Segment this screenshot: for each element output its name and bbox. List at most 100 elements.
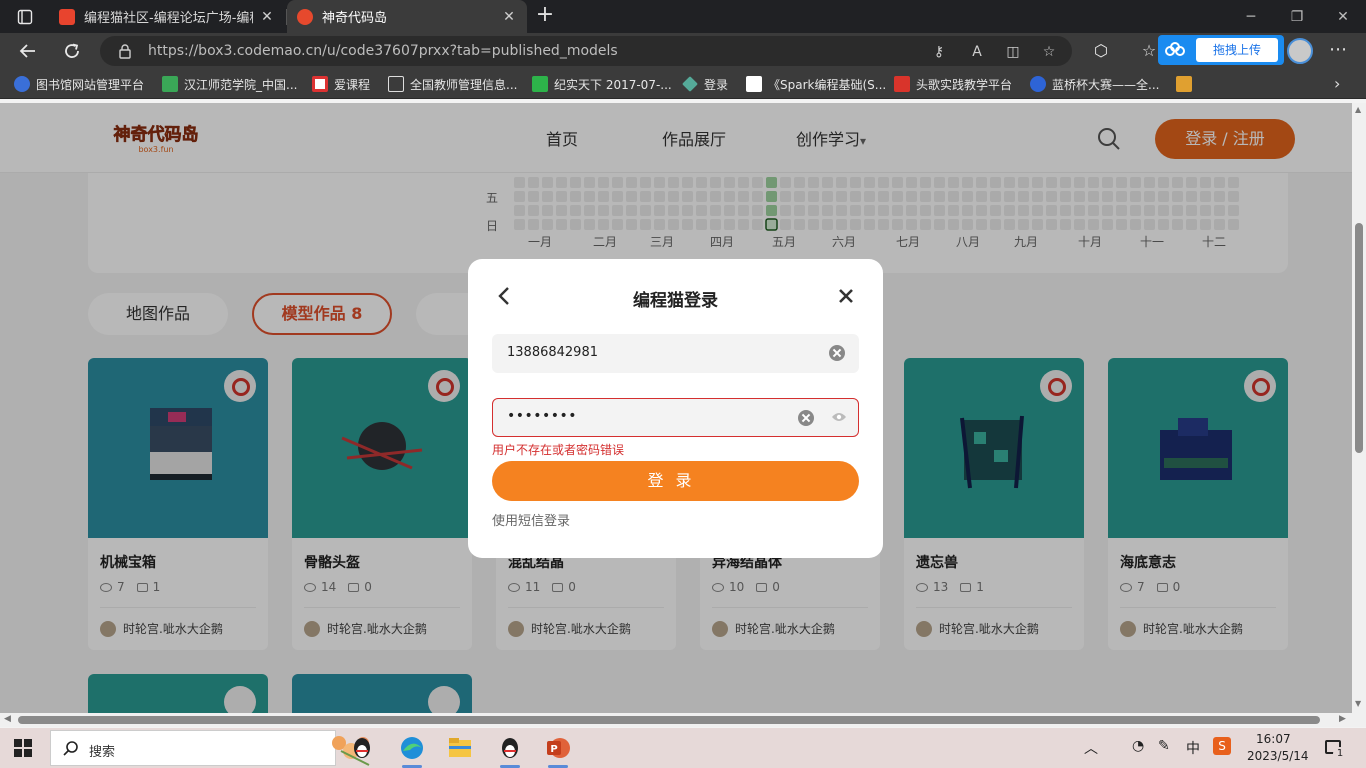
bookmark-item[interactable]: 爱课程 <box>312 75 370 93</box>
drag-upload-label[interactable]: 拖拽上传 <box>1196 38 1278 62</box>
bookmark-item[interactable]: 图书馆网站管理平台 <box>14 75 144 93</box>
svg-text:P: P <box>550 744 557 755</box>
bookmark-label: 头歌实践教学平台 <box>916 77 1013 92</box>
clear-input-icon[interactable] <box>829 345 845 361</box>
bookmark-item[interactable]: 蓝桥杯大赛——全... <box>1030 75 1159 93</box>
address-toolbar: https://box3.codemao.cn/u/code37607prxx?… <box>0 33 1366 69</box>
show-hidden-icons-icon[interactable]: ︿ <box>1084 738 1098 758</box>
window-close-icon[interactable]: ✕ <box>1320 0 1366 33</box>
windows-start-icon[interactable] <box>14 739 32 757</box>
scroll-down-icon[interactable]: ▼ <box>1355 699 1361 708</box>
close-icon[interactable] <box>836 286 856 306</box>
bookmark-label: 图书馆网站管理平台 <box>36 77 145 92</box>
page-icon <box>388 76 404 92</box>
bookmark-item[interactable]: 纪实天下 2017-07-... <box>532 75 672 93</box>
input-method-indicator[interactable]: 中 <box>1186 738 1200 758</box>
powerpoint-icon[interactable]: P <box>544 734 572 762</box>
globe-icon <box>14 76 30 92</box>
minimize-icon[interactable]: ─ <box>1228 0 1274 33</box>
bookmark-item[interactable]: 头歌实践教学平台 <box>894 75 1012 93</box>
restore-icon[interactable]: ❐ <box>1274 0 1320 33</box>
book-icon <box>1176 76 1192 92</box>
clock-date[interactable]: 2023/5/14 <box>1247 749 1309 763</box>
dialog-title: 编程猫登录 <box>633 291 718 311</box>
tab-title: 神奇代码岛 <box>322 11 388 26</box>
edge-browser-icon[interactable] <box>398 734 426 762</box>
bookmark-item[interactable]: 《Spark编程基础(S... <box>746 75 886 93</box>
sogou-ime-icon[interactable]: S <box>1213 737 1231 755</box>
url-text[interactable]: https://box3.codemao.cn/u/code37607prxx?… <box>148 43 618 59</box>
phone-input[interactable]: 13886842981 <box>492 334 859 373</box>
scroll-left-icon[interactable]: ◀ <box>4 714 11 724</box>
bookmark-label: 登录 <box>704 77 729 92</box>
close-icon[interactable]: ✕ <box>501 9 517 25</box>
network-icon[interactable]: ◔ <box>1132 738 1144 754</box>
qq-icon[interactable] <box>496 734 524 762</box>
login-submit-button[interactable]: 登录 <box>492 461 859 501</box>
school-icon <box>162 76 178 92</box>
drag-upload-popup[interactable]: 拖拽上传 <box>1158 35 1284 65</box>
login-site-icon <box>682 76 698 92</box>
icourse-icon <box>312 76 328 92</box>
file-explorer-icon[interactable] <box>446 734 474 762</box>
lock-icon[interactable] <box>118 43 132 59</box>
favorites-icon[interactable]: ☆ <box>1138 41 1160 61</box>
box3-favicon <box>297 8 313 25</box>
notification-count: 1 <box>1333 747 1347 761</box>
windows-taskbar: 搜索 P ︿ ◔ ✎ 中 S 16:07 2023/5/14 1 <box>0 728 1366 768</box>
codemao-favicon <box>59 8 75 25</box>
qq-icon[interactable] <box>348 734 376 762</box>
scroll-right-icon[interactable]: ▶ <box>1339 714 1346 724</box>
web-page: 神奇代码岛 box3.fun 首页 作品展厅 创作学习▾ 登录 / 注册 五 日… <box>0 103 1352 713</box>
taskbar-search-box[interactable]: 搜索 <box>50 730 370 766</box>
vertical-scrollbar[interactable]: ▲ ▼ <box>1352 103 1366 713</box>
close-icon[interactable]: ✕ <box>259 9 275 25</box>
cloud-icon <box>1165 42 1185 56</box>
new-tab-button[interactable]: + <box>533 4 557 28</box>
key-icon[interactable]: ⚷ <box>930 43 948 61</box>
clock-time[interactable]: 16:07 <box>1256 732 1291 746</box>
browser-tab-bar: 编程猫社区-编程论坛广场-编程爱 ✕ 神奇代码岛 ✕ + ─ ❐ ✕ <box>0 0 1366 33</box>
tab-title: 编程猫社区-编程论坛广场-编程爱 <box>84 11 253 26</box>
search-placeholder: 搜索 <box>89 745 116 760</box>
url-bar[interactable]: https://box3.codemao.cn/u/code37607prxx?… <box>100 36 1072 66</box>
bookmark-item[interactable]: 登录 <box>682 75 728 93</box>
bookmark-item[interactable]: 全国教师管理信息... <box>388 75 517 93</box>
show-password-icon[interactable] <box>831 411 847 423</box>
pen-icon[interactable]: ✎ <box>1158 738 1170 754</box>
password-input[interactable]: •••••••• <box>492 398 859 437</box>
more-menu-icon[interactable]: ⋯ <box>1328 39 1348 60</box>
bookmark-item[interactable] <box>1176 75 1198 93</box>
bookmark-label: 爱课程 <box>334 77 371 92</box>
bookmark-label: 蓝桥杯大赛——全... <box>1052 77 1160 92</box>
tab-actions-icon[interactable] <box>8 6 42 28</box>
search-icon <box>63 741 78 756</box>
reload-icon[interactable] <box>58 37 86 65</box>
extensions-icon[interactable]: ⬡ <box>1090 41 1112 61</box>
bookmark-label: 纪实天下 2017-07-... <box>554 77 672 92</box>
back-arrow-icon[interactable] <box>14 37 42 65</box>
clear-input-icon[interactable] <box>798 410 814 426</box>
bookmark-label: 全国教师管理信息... <box>410 77 518 92</box>
reader-view-icon[interactable]: ◫ <box>1004 43 1022 61</box>
iqiyi-icon <box>532 76 548 92</box>
profile-avatar[interactable] <box>1287 38 1313 64</box>
chevron-right-icon[interactable]: › <box>1334 74 1340 93</box>
tab-box3[interactable]: 神奇代码岛 ✕ <box>287 0 527 33</box>
sms-login-link[interactable]: 使用短信登录 <box>492 510 570 529</box>
add-favorite-icon[interactable]: ☆ <box>1040 43 1058 61</box>
scrollbar-corner <box>1352 713 1366 727</box>
scrollbar-thumb[interactable] <box>1355 223 1363 453</box>
scrollbar-thumb[interactable] <box>18 716 1320 724</box>
bookmark-label: 《Spark编程基础(S... <box>768 77 887 92</box>
phone-value[interactable]: 13886842981 <box>507 345 598 360</box>
scroll-up-icon[interactable]: ▲ <box>1355 105 1361 114</box>
bookmark-label: 汉江师范学院_中国... <box>184 77 298 92</box>
horizontal-scrollbar[interactable]: ◀ ▶ <box>0 713 1352 727</box>
read-aloud-icon[interactable]: A <box>968 43 986 61</box>
tab-codemao-community[interactable]: 编程猫社区-编程论坛广场-编程爱 ✕ <box>49 0 285 33</box>
password-value[interactable]: •••••••• <box>507 408 577 424</box>
spark-lab-icon <box>746 76 762 92</box>
bookmark-item[interactable]: 汉江师范学院_中国... <box>162 75 297 93</box>
login-error-message: 用户不存在或者密码错误 <box>492 443 625 457</box>
